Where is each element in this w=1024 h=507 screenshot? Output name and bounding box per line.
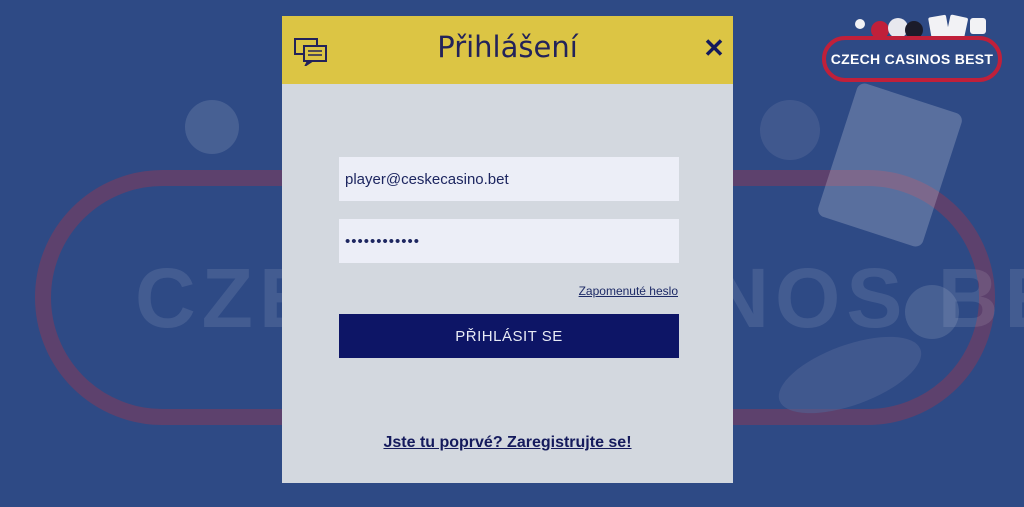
login-button[interactable]: PŘIHLÁSIT SE <box>339 314 679 358</box>
email-field[interactable] <box>339 157 679 201</box>
background-dice <box>185 100 239 154</box>
login-button-label: PŘIHLÁSIT SE <box>455 327 563 345</box>
brand-logo[interactable]: CZECH CASINOS BEST <box>822 36 1002 82</box>
modal-title: Přihlášení <box>437 30 578 64</box>
background-poker-chip <box>760 100 820 160</box>
register-link[interactable]: Jste tu poprvé? Zaregistrujte se! <box>282 434 733 452</box>
close-icon[interactable]: ✕ <box>700 34 728 62</box>
password-field[interactable] <box>339 219 679 263</box>
background-dice <box>905 285 959 339</box>
modal-header: Přihlášení ✕ <box>282 16 733 84</box>
brand-logo-text: CZECH CASINOS BEST <box>830 51 994 67</box>
forgot-password-link[interactable]: Zapomenuté heslo <box>562 284 678 298</box>
login-modal: Přihlášení ✕ Zapomenuté heslo PŘIHLÁSIT … <box>282 16 733 483</box>
